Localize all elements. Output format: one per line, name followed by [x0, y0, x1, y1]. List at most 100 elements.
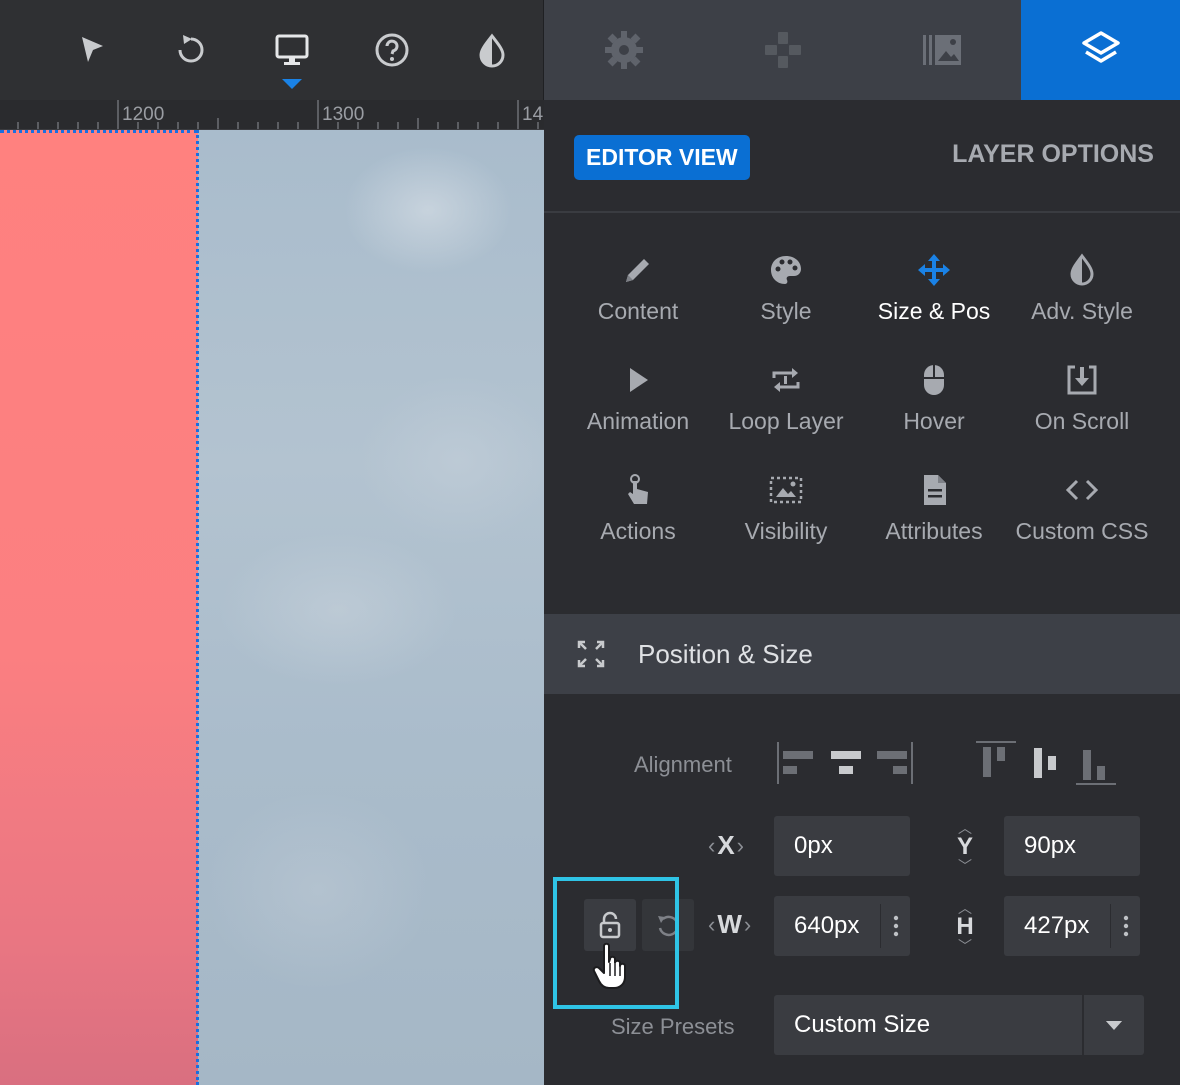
- gamepad-icon: [764, 32, 801, 68]
- vertical-alignment-group: [976, 740, 1120, 786]
- option-hover[interactable]: Hover: [860, 350, 1008, 450]
- ruler-label: 1300: [322, 104, 365, 125]
- option-label: On Scroll: [1034, 408, 1130, 434]
- option-label: Attributes: [885, 518, 983, 544]
- ruler-label: 14: [522, 104, 544, 125]
- option-label: Animation: [586, 408, 690, 434]
- layers-icon: [1081, 31, 1120, 63]
- x-axis-drag-handle[interactable]: ‹ X ›: [708, 830, 744, 861]
- height-unit-menu-button[interactable]: [1110, 904, 1140, 948]
- section-title: Position & Size: [638, 638, 813, 669]
- x-value: 0px: [794, 832, 833, 859]
- w-value: 640px: [794, 912, 860, 939]
- option-loop-layer[interactable]: Loop Layer: [712, 350, 860, 450]
- contrast-drop-icon: [479, 33, 505, 68]
- editor-toolbar: [0, 0, 544, 100]
- tab-settings[interactable]: [544, 0, 703, 100]
- align-top-button[interactable]: [976, 740, 1016, 786]
- alignment-label: Alignment: [634, 752, 732, 777]
- view-tabs: EDITOR VIEW LAYER OPTIONS: [544, 100, 1180, 213]
- option-visibility[interactable]: Visibility: [712, 460, 860, 560]
- option-on-scroll[interactable]: On Scroll: [1008, 350, 1156, 450]
- option-label: Style: [760, 298, 812, 324]
- option-size-and-pos[interactable]: Size & Pos: [860, 240, 1008, 340]
- position-size-section-header[interactable]: Position & Size: [544, 614, 1180, 694]
- size-presets-label: Size Presets: [611, 1014, 735, 1039]
- editor-view-button[interactable]: EDITOR VIEW: [574, 135, 750, 180]
- mouse-icon: [924, 365, 944, 395]
- layer-options-button[interactable]: LAYER OPTIONS: [952, 140, 1154, 169]
- more-vertical-icon: [1123, 915, 1128, 937]
- height-drag-handle[interactable]: ︿ H ﹀: [950, 901, 980, 953]
- tab-media-library[interactable]: [862, 0, 1021, 100]
- tap-hand-icon: [628, 474, 648, 504]
- help-button[interactable]: [367, 25, 417, 75]
- chevron-left-icon: ‹: [708, 832, 716, 858]
- pencil-icon: [626, 259, 649, 282]
- media-library-icon: [922, 35, 961, 65]
- option-label: Adv. Style: [1031, 298, 1133, 324]
- help-icon: [375, 33, 409, 67]
- align-left-button[interactable]: [776, 740, 816, 786]
- reset-size-button[interactable]: [642, 899, 694, 951]
- y-axis-drag-handle[interactable]: ︿ Y ﹀: [950, 821, 980, 873]
- x-position-field[interactable]: 0px: [774, 816, 910, 876]
- contrast-drop-icon: [1070, 253, 1094, 286]
- h-label: H: [956, 913, 974, 940]
- width-unit-menu-button[interactable]: [880, 904, 910, 948]
- option-attributes[interactable]: Attributes: [860, 460, 1008, 560]
- chevron-right-icon: ›: [736, 832, 744, 858]
- selected-layer[interactable]: [0, 130, 198, 1085]
- editor-canvas[interactable]: [0, 130, 544, 1085]
- pointer-icon: [82, 37, 103, 62]
- width-drag-handle[interactable]: ‹ W ›: [708, 909, 751, 940]
- tab-navigation[interactable]: [703, 0, 862, 100]
- play-icon: [630, 368, 648, 392]
- align-center-button[interactable]: [826, 740, 866, 786]
- option-label: Visibility: [744, 518, 828, 544]
- palette-icon: [771, 256, 801, 284]
- move-arrows-icon: [918, 254, 950, 286]
- option-content[interactable]: Content: [564, 240, 712, 340]
- more-vertical-icon: [893, 915, 898, 937]
- chevron-right-icon: ›: [743, 911, 752, 937]
- align-middle-button[interactable]: [1026, 740, 1066, 786]
- align-bottom-icon: [1076, 750, 1116, 785]
- selection-outline-top: [0, 130, 198, 133]
- horizontal-alignment-group: [776, 740, 916, 786]
- background-image-layer[interactable]: [198, 130, 544, 1085]
- option-label: Size & Pos: [877, 298, 991, 324]
- aspect-ratio-lock-button[interactable]: [584, 899, 636, 951]
- align-middle-icon: [1034, 748, 1056, 778]
- size-preset-value: Custom Size: [794, 1011, 931, 1038]
- option-label: Content: [597, 298, 679, 324]
- desktop-icon: [275, 34, 309, 65]
- option-label: Loop Layer: [728, 408, 844, 434]
- desktop-view-button[interactable]: [267, 25, 317, 89]
- h-value: 427px: [1024, 912, 1090, 939]
- undo-button[interactable]: [166, 25, 216, 75]
- height-field[interactable]: 427px: [1004, 896, 1140, 956]
- reset-icon: [658, 915, 679, 937]
- align-right-button[interactable]: [874, 740, 914, 786]
- scroll-download-icon: [1067, 365, 1097, 395]
- align-left-icon: [777, 742, 813, 784]
- tab-layers[interactable]: [1021, 0, 1180, 100]
- ruler-label: 1200: [122, 104, 165, 125]
- y-value: 90px: [1024, 832, 1077, 859]
- dropdown-arrow-button[interactable]: [1082, 995, 1144, 1055]
- width-field[interactable]: 640px: [774, 896, 910, 956]
- option-custom-css[interactable]: Custom CSS: [1008, 460, 1156, 560]
- size-presets-select[interactable]: Custom Size: [774, 995, 1144, 1055]
- option-label: Hover: [903, 408, 965, 434]
- option-actions[interactable]: Actions: [564, 460, 712, 560]
- undo-icon: [178, 35, 204, 63]
- option-adv-style[interactable]: Adv. Style: [1008, 240, 1156, 340]
- document-icon: [924, 475, 946, 505]
- contrast-toggle-button[interactable]: [467, 25, 517, 75]
- option-style[interactable]: Style: [712, 240, 860, 340]
- pointer-tool-button[interactable]: [67, 25, 117, 75]
- option-animation[interactable]: Animation: [564, 350, 712, 450]
- align-bottom-button[interactable]: [1076, 740, 1116, 786]
- y-position-field[interactable]: 90px: [1004, 816, 1140, 876]
